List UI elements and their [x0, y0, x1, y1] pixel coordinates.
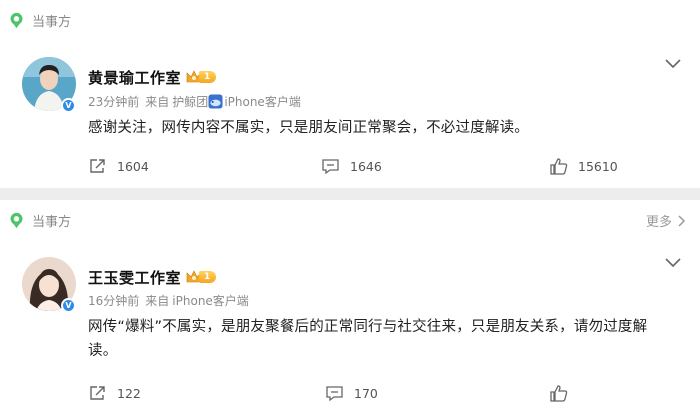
member-badge: 1 [186, 270, 217, 284]
like-button[interactable] [550, 384, 578, 402]
post-meta: 16分钟前 来自 iPhone客户端 [88, 292, 249, 308]
source-prefix: 来自 [145, 94, 170, 109]
source-app[interactable]: 护鲸团 [172, 93, 208, 110]
repost-count: 1604 [117, 158, 149, 174]
section-label: 当事方 [32, 14, 72, 30]
repost-button[interactable]: 122 [89, 384, 141, 402]
chevron-right-icon [678, 214, 686, 227]
chevron-down-icon[interactable] [664, 256, 682, 270]
section-header: 当事方 [8, 10, 71, 30]
section-label: 当事方 [32, 214, 72, 230]
post-card-2: 当事方 更多 V 王玉雯工作室 1 16分钟前 来自 iPhone客户端 网传“… [0, 200, 700, 418]
like-count: 15610 [578, 158, 618, 174]
more-label: 更多 [645, 215, 672, 230]
whale-app-icon [208, 93, 223, 109]
member-level: 1 [199, 271, 217, 283]
like-icon [550, 384, 568, 402]
source-device[interactable]: iPhone客户端 [172, 292, 249, 309]
location-pin-icon [10, 212, 23, 228]
repost-icon [90, 159, 105, 173]
comment-button[interactable]: 1646 [321, 157, 382, 175]
author-row: 黄景瑜工作室 1 [88, 67, 217, 88]
author-name[interactable]: 王玉雯工作室 [88, 267, 181, 288]
source-prefix: 来自 [145, 293, 170, 308]
verified-v-icon: V [61, 298, 76, 313]
chevron-down-icon[interactable] [664, 57, 682, 71]
comment-icon [326, 385, 343, 401]
post-time: 16分钟前 [88, 293, 140, 308]
repost-count: 122 [117, 385, 141, 401]
repost-button[interactable]: 1604 [89, 157, 149, 175]
comment-icon [322, 158, 339, 174]
member-badge: 1 [186, 70, 217, 84]
like-button[interactable]: 15610 [550, 157, 618, 175]
comment-count: 170 [354, 385, 378, 401]
post-text-line: 网传“爆料”不属实，是朋友聚餐后的正常同行与社交往来，只是朋友关系，请勿过度解 [88, 319, 648, 335]
author-row: 王玉雯工作室 1 [88, 267, 217, 288]
location-pin-icon [10, 12, 23, 28]
post-card-1: 当事方 V 黄景瑜工作室 1 23分钟前 来自 护鲸团 iPhone客户端 感谢… [0, 0, 700, 188]
post-text: 感谢关注，网传内容不属实，只是朋友间正常聚会，不必过度解读。 [88, 120, 529, 136]
author-name[interactable]: 黄景瑜工作室 [88, 67, 181, 88]
post-text-line: 读。 [88, 343, 118, 359]
post-time: 23分钟前 [88, 94, 140, 109]
section-header: 当事方 [8, 210, 71, 230]
more-link[interactable]: 更多 [646, 211, 686, 230]
repost-icon [90, 386, 105, 400]
post-text: 网传“爆料”不属实，是朋友聚餐后的正常同行与社交往来，只是朋友关系，请勿过度解 … [88, 315, 670, 363]
comment-count: 1646 [350, 158, 382, 174]
verified-v-icon: V [61, 98, 76, 113]
post-meta: 23分钟前 来自 护鲸团 iPhone客户端 [88, 93, 301, 109]
source-device[interactable]: iPhone客户端 [224, 93, 301, 110]
member-level: 1 [199, 71, 217, 83]
comment-button[interactable]: 170 [325, 384, 378, 402]
like-icon [550, 157, 568, 175]
